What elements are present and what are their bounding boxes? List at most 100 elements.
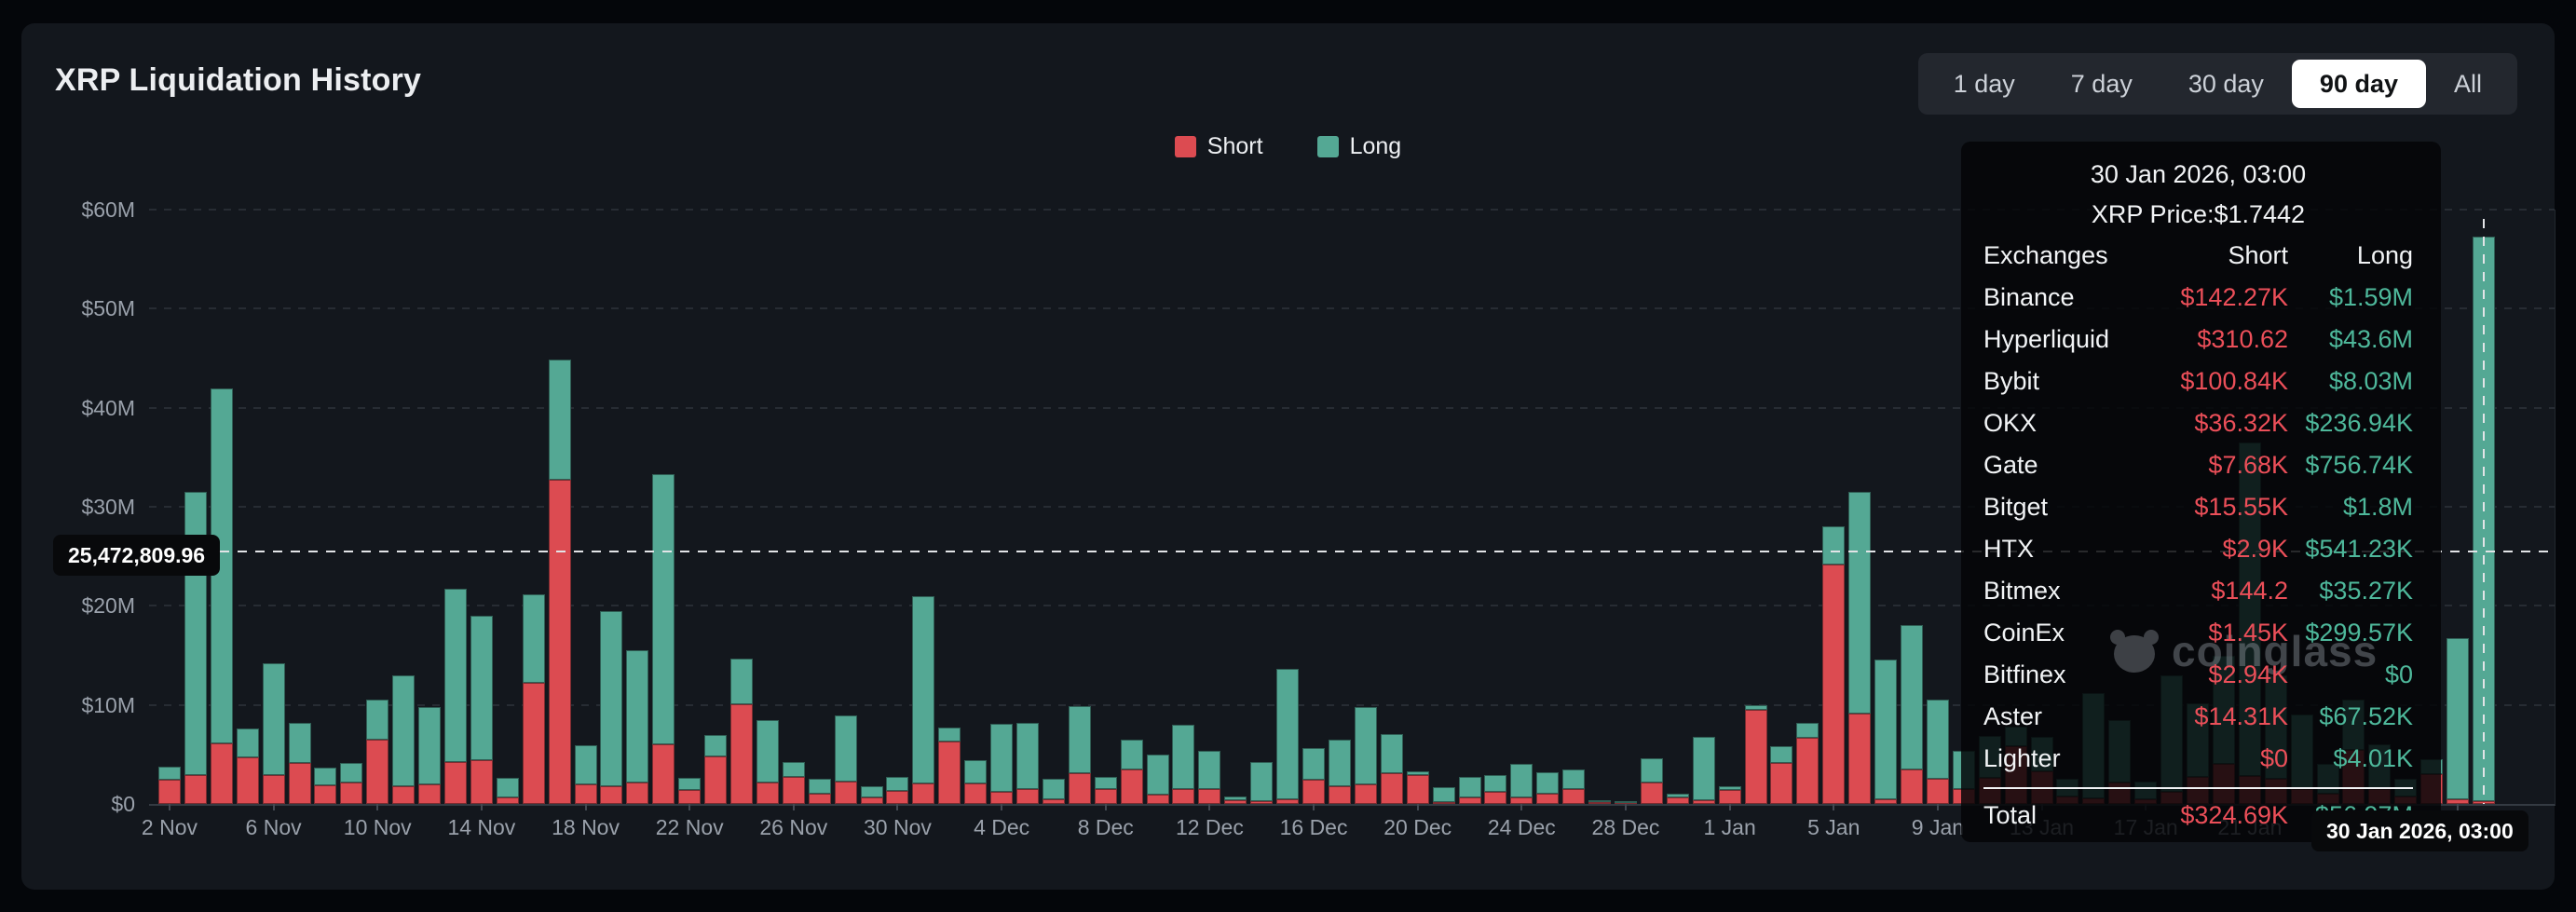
short-value: $310.62 xyxy=(2197,325,2288,353)
bar-12-dec[interactable] xyxy=(1198,210,1221,804)
bar-4-dec[interactable] xyxy=(990,210,1014,804)
bar-25-nov[interactable] xyxy=(756,210,779,804)
bar-21-dec[interactable] xyxy=(1432,210,1455,804)
bar-9-nov[interactable] xyxy=(340,210,363,804)
range-button-1-day[interactable]: 1 day xyxy=(1926,60,2043,108)
long-segment xyxy=(1822,526,1846,565)
short-segment xyxy=(756,782,779,804)
bar-29-jan[interactable] xyxy=(2447,210,2470,804)
bar-24-nov[interactable] xyxy=(730,210,753,804)
bar-9-jan[interactable] xyxy=(1926,210,1949,804)
long-segment xyxy=(1250,762,1274,801)
bar-5-jan[interactable] xyxy=(1822,210,1846,804)
exchange-name: Gate xyxy=(1983,451,2038,479)
bar-31-dec[interactable] xyxy=(1692,210,1715,804)
long-segment xyxy=(860,785,883,797)
chart-tooltip: coinglass 30 Jan 2026, 03:00 XRP Price:$… xyxy=(1961,142,2441,842)
bar-14-dec[interactable] xyxy=(1250,210,1274,804)
bar-2-jan[interactable] xyxy=(1744,210,1767,804)
short-segment xyxy=(1406,775,1429,804)
bar-6-nov[interactable] xyxy=(262,210,285,804)
bar-13-dec[interactable] xyxy=(1224,210,1247,804)
short-segment xyxy=(1276,798,1300,804)
bar-10-nov[interactable] xyxy=(366,210,389,804)
bar-13-nov[interactable] xyxy=(443,210,467,804)
bar-14-nov[interactable] xyxy=(470,210,493,804)
range-button-all[interactable]: All xyxy=(2426,60,2510,108)
bar-19-dec[interactable] xyxy=(1380,210,1403,804)
x-axis-label: 14 Nov xyxy=(447,815,516,839)
bar-17-dec[interactable] xyxy=(1328,210,1351,804)
bar-28-dec[interactable] xyxy=(1614,210,1637,804)
bar-6-dec[interactable] xyxy=(1042,210,1065,804)
range-button-30-day[interactable]: 30 day xyxy=(2160,60,2292,108)
long-segment xyxy=(1588,799,1612,802)
bar-27-nov[interactable] xyxy=(808,210,831,804)
bar-8-nov[interactable] xyxy=(314,210,337,804)
x-axis-tick xyxy=(1208,804,1211,810)
bar-10-dec[interactable] xyxy=(1146,210,1169,804)
bar-22-nov[interactable] xyxy=(678,210,702,804)
bar-18-nov[interactable] xyxy=(574,210,597,804)
bar-23-nov[interactable] xyxy=(704,210,728,804)
bar-2-dec[interactable] xyxy=(938,210,961,804)
bar-22-dec[interactable] xyxy=(1458,210,1481,804)
bar-4-nov[interactable] xyxy=(210,210,233,804)
bar-23-dec[interactable] xyxy=(1484,210,1507,804)
bar-1-dec[interactable] xyxy=(912,210,935,804)
long-segment xyxy=(1536,771,1560,795)
bar-4-jan[interactable] xyxy=(1796,210,1820,804)
bar-27-dec[interactable] xyxy=(1588,210,1612,804)
bar-30-nov[interactable] xyxy=(886,210,909,804)
short-segment xyxy=(1146,795,1169,804)
bar-12-nov[interactable] xyxy=(418,210,442,804)
bar-20-nov[interactable] xyxy=(626,210,649,804)
bar-2-nov[interactable] xyxy=(157,210,181,804)
bar-30-dec[interactable] xyxy=(1666,210,1689,804)
bar-7-nov[interactable] xyxy=(288,210,311,804)
bar-16-nov[interactable] xyxy=(522,210,545,804)
short-segment xyxy=(1848,714,1872,804)
bar-6-jan[interactable] xyxy=(1848,210,1872,804)
bar-15-dec[interactable] xyxy=(1276,210,1300,804)
bar-15-nov[interactable] xyxy=(496,210,519,804)
short-segment xyxy=(340,782,363,804)
bar-3-dec[interactable] xyxy=(964,210,988,804)
bar-5-dec[interactable] xyxy=(1016,210,1040,804)
bar-18-dec[interactable] xyxy=(1354,210,1377,804)
bar-21-nov[interactable] xyxy=(652,210,675,804)
bar-16-dec[interactable] xyxy=(1302,210,1326,804)
bar-9-dec[interactable] xyxy=(1120,210,1143,804)
bar-8-jan[interactable] xyxy=(1901,210,1923,804)
range-button-7-day[interactable]: 7 day xyxy=(2043,60,2160,108)
short-segment xyxy=(470,760,493,804)
bar-29-nov[interactable] xyxy=(860,210,883,804)
legend-item-short[interactable]: Short xyxy=(1174,133,1263,160)
long-segment xyxy=(1068,705,1091,774)
long-value: $1.59M xyxy=(2328,283,2413,311)
long-segment xyxy=(600,610,623,786)
bar-26-nov[interactable] xyxy=(782,210,805,804)
tooltip-col-exchanges: Exchanges xyxy=(1983,241,2108,269)
range-button-90-day[interactable]: 90 day xyxy=(2291,60,2426,108)
legend-item-long[interactable]: Long xyxy=(1316,133,1401,160)
bar-26-dec[interactable] xyxy=(1562,210,1586,804)
bar-5-nov[interactable] xyxy=(236,210,259,804)
bar-24-dec[interactable] xyxy=(1510,210,1533,804)
short-segment xyxy=(210,743,233,804)
bar-11-dec[interactable] xyxy=(1172,210,1195,804)
bar-20-dec[interactable] xyxy=(1406,210,1429,804)
x-axis-tick xyxy=(272,804,275,810)
bar-7-dec[interactable] xyxy=(1068,210,1091,804)
bar-3-jan[interactable] xyxy=(1770,210,1793,804)
bar-28-nov[interactable] xyxy=(834,210,857,804)
bar-17-nov[interactable] xyxy=(548,210,571,804)
bar-11-nov[interactable] xyxy=(392,210,416,804)
bar-8-dec[interactable] xyxy=(1094,210,1117,804)
bar-25-dec[interactable] xyxy=(1536,210,1560,804)
bar-1-jan[interactable] xyxy=(1718,210,1741,804)
bar-3-nov[interactable] xyxy=(184,210,207,804)
bar-19-nov[interactable] xyxy=(600,210,623,804)
bar-7-jan[interactable] xyxy=(1874,210,1898,804)
bar-29-dec[interactable] xyxy=(1640,210,1663,804)
